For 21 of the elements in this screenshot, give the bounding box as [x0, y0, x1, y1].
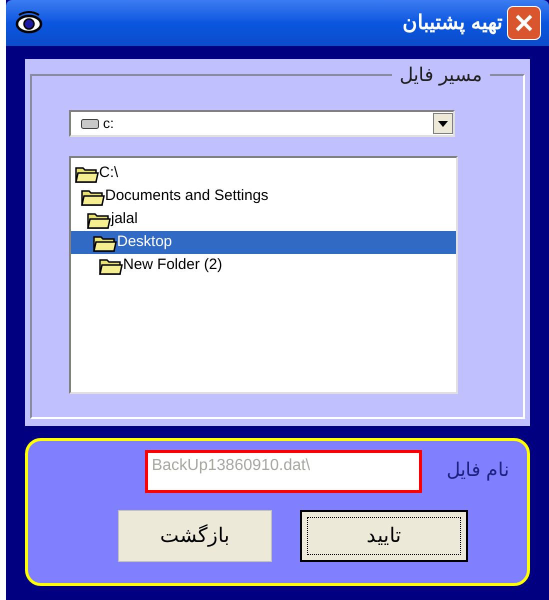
tree-item[interactable]: New Folder (2)	[123, 254, 222, 277]
close-button[interactable]	[507, 6, 541, 40]
folder-icon	[87, 210, 111, 228]
drive-dropdown[interactable]: c:	[69, 110, 455, 137]
tree-item[interactable]: C:\	[99, 162, 118, 185]
tree-item[interactable]: jalal	[111, 208, 138, 231]
drive-value: c:	[103, 114, 115, 133]
dialog-button[interactable]: بازگشت	[118, 510, 272, 562]
window-title: تهیه پشتیبان	[402, 11, 503, 36]
tree-item[interactable]: Desktop	[117, 231, 172, 254]
close-icon	[513, 12, 535, 34]
file-name-label: نام فایل	[446, 459, 509, 484]
tree-item[interactable]: Documents and Settings	[105, 185, 268, 208]
file-name-field[interactable]: BackUp13860910.dat\	[144, 450, 422, 493]
folder-icon	[99, 256, 123, 274]
drive-icon	[81, 118, 99, 128]
eye-icon	[14, 10, 44, 36]
folder-icon	[81, 188, 105, 206]
folder-icon	[75, 164, 99, 182]
dialog-button[interactable]: تایید	[300, 510, 468, 562]
folder-icon	[93, 234, 117, 252]
